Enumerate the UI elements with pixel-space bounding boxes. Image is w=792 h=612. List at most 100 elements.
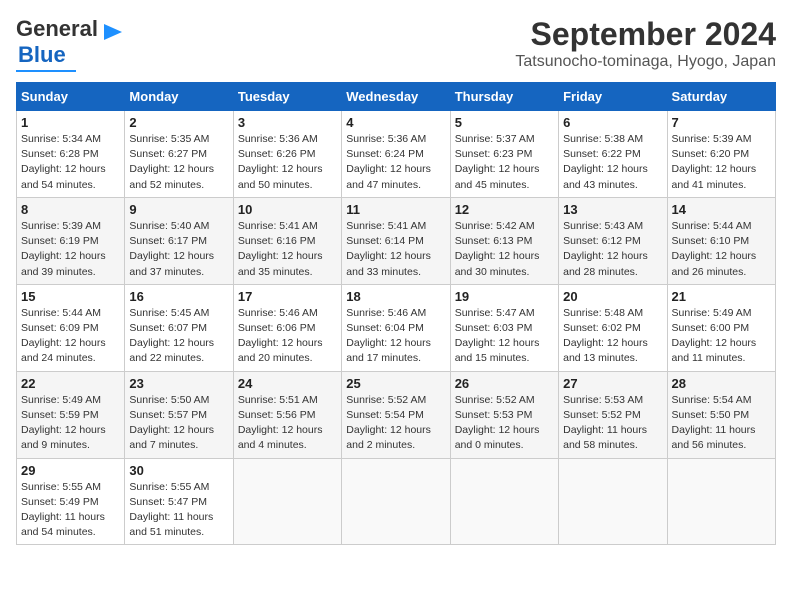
day-number: 30: [129, 463, 228, 478]
weekday-header: Sunday: [17, 83, 125, 111]
calendar-cell: 11Sunrise: 5:41 AM Sunset: 6:14 PM Dayli…: [342, 197, 450, 284]
day-info: Sunrise: 5:52 AM Sunset: 5:54 PM Dayligh…: [346, 393, 445, 454]
calendar-cell: 25Sunrise: 5:52 AM Sunset: 5:54 PM Dayli…: [342, 371, 450, 458]
calendar-cell: 7Sunrise: 5:39 AM Sunset: 6:20 PM Daylig…: [667, 111, 775, 198]
day-number: 1: [21, 115, 120, 130]
day-info: Sunrise: 5:48 AM Sunset: 6:02 PM Dayligh…: [563, 306, 662, 367]
day-info: Sunrise: 5:51 AM Sunset: 5:56 PM Dayligh…: [238, 393, 337, 454]
calendar-cell: 13 Sunrise: 5:43 AM Sunset: 6:12 PM Dayli…: [559, 197, 667, 284]
day-number: 24: [238, 376, 337, 391]
calendar-cell: 23 Sunrise: 5:50 AM Sunset: 5:57 PM Dayli…: [125, 371, 233, 458]
calendar-week-row: 22Sunrise: 5:49 AM Sunset: 5:59 PM Dayli…: [17, 371, 776, 458]
calendar-cell: 17 Sunrise: 5:46 AM Sunset: 6:06 PM Dayli…: [233, 284, 341, 371]
calendar-cell: 2Sunrise: 5:35 AM Sunset: 6:27 PM Daylig…: [125, 111, 233, 198]
calendar-table: SundayMondayTuesdayWednesdayThursdayFrid…: [16, 82, 776, 545]
calendar-cell: 16 Sunrise: 5:45 AM Sunset: 6:07 PM Dayli…: [125, 284, 233, 371]
calendar-cell: 10 Sunrise: 5:41 AM Sunset: 6:16 PM Dayli…: [233, 197, 341, 284]
day-info: Sunrise: 5:46 AM Sunset: 6:06 PM Dayligh…: [238, 306, 337, 367]
day-info: Sunrise: 5:49 AM Sunset: 6:00 PM Dayligh…: [672, 306, 771, 367]
day-number: 4: [346, 115, 445, 130]
day-info: Sunrise: 5:41 AM Sunset: 6:14 PM Dayligh…: [346, 219, 445, 280]
day-number: 28: [672, 376, 771, 391]
calendar-cell: 21 Sunrise: 5:49 AM Sunset: 6:00 PM Dayli…: [667, 284, 775, 371]
calendar-cell: 8 Sunrise: 5:39 AM Sunset: 6:19 PM Daylig…: [17, 197, 125, 284]
day-info: Sunrise: 5:50 AM Sunset: 5:57 PM Dayligh…: [129, 393, 228, 454]
calendar-cell: 15 Sunrise: 5:44 AM Sunset: 6:09 PM Dayli…: [17, 284, 125, 371]
day-number: 7: [672, 115, 771, 130]
weekday-header-row: SundayMondayTuesdayWednesdayThursdayFrid…: [17, 83, 776, 111]
day-info: Sunrise: 5:39 AM Sunset: 6:19 PM Dayligh…: [21, 219, 120, 280]
day-number: 14: [672, 202, 771, 217]
logo: General Blue: [16, 16, 122, 72]
day-info: Sunrise: 5:36 AM Sunset: 6:24 PM Dayligh…: [346, 132, 445, 193]
logo-underline: [16, 70, 76, 72]
day-number: 26: [455, 376, 554, 391]
day-number: 29: [21, 463, 120, 478]
day-number: 17: [238, 289, 337, 304]
day-number: 10: [238, 202, 337, 217]
calendar-cell: 3 Sunrise: 5:36 AM Sunset: 6:26 PM Daylig…: [233, 111, 341, 198]
day-info: Sunrise: 5:44 AM Sunset: 6:09 PM Dayligh…: [21, 306, 120, 367]
calendar-cell: 6 Sunrise: 5:38 AM Sunset: 6:22 PM Daylig…: [559, 111, 667, 198]
calendar-cell: 29 Sunrise: 5:55 AM Sunset: 5:49 PM Dayli…: [17, 458, 125, 545]
day-info: Sunrise: 5:53 AM Sunset: 5:52 PM Dayligh…: [563, 393, 662, 454]
calendar-cell: 5Sunrise: 5:37 AM Sunset: 6:23 PM Daylig…: [450, 111, 558, 198]
day-info: Sunrise: 5:47 AM Sunset: 6:03 PM Dayligh…: [455, 306, 554, 367]
calendar-cell: 22Sunrise: 5:49 AM Sunset: 5:59 PM Dayli…: [17, 371, 125, 458]
day-info: Sunrise: 5:35 AM Sunset: 6:27 PM Dayligh…: [129, 132, 228, 193]
day-info: Sunrise: 5:44 AM Sunset: 6:10 PM Dayligh…: [672, 219, 771, 280]
calendar-cell: [450, 458, 558, 545]
day-number: 8: [21, 202, 120, 217]
calendar-cell: [233, 458, 341, 545]
day-number: 3: [238, 115, 337, 130]
page-subtitle: Tatsunocho-tominaga, Hyogo, Japan: [515, 53, 776, 71]
day-info: Sunrise: 5:36 AM Sunset: 6:26 PM Dayligh…: [238, 132, 337, 193]
day-number: 16: [129, 289, 228, 304]
title-block: September 2024 Tatsunocho-tominaga, Hyog…: [515, 16, 776, 71]
weekday-header: Tuesday: [233, 83, 341, 111]
day-number: 13: [563, 202, 662, 217]
day-number: 6: [563, 115, 662, 130]
day-number: 27: [563, 376, 662, 391]
calendar-cell: 24 Sunrise: 5:51 AM Sunset: 5:56 PM Dayli…: [233, 371, 341, 458]
calendar-cell: [559, 458, 667, 545]
calendar-cell: 12Sunrise: 5:42 AM Sunset: 6:13 PM Dayli…: [450, 197, 558, 284]
day-info: Sunrise: 5:34 AM Sunset: 6:28 PM Dayligh…: [21, 132, 120, 193]
calendar-cell: [667, 458, 775, 545]
day-number: 18: [346, 289, 445, 304]
logo-arrow-icon: [104, 24, 122, 40]
calendar-week-row: 15 Sunrise: 5:44 AM Sunset: 6:09 PM Dayli…: [17, 284, 776, 371]
page-header: General Blue September 2024 Tatsunocho-t…: [16, 16, 776, 72]
calendar-cell: 28 Sunrise: 5:54 AM Sunset: 5:50 PM Dayli…: [667, 371, 775, 458]
day-number: 9: [129, 202, 228, 217]
calendar-week-row: 8 Sunrise: 5:39 AM Sunset: 6:19 PM Daylig…: [17, 197, 776, 284]
day-info: Sunrise: 5:55 AM Sunset: 5:47 PM Dayligh…: [129, 480, 228, 541]
day-info: Sunrise: 5:43 AM Sunset: 6:12 PM Dayligh…: [563, 219, 662, 280]
day-info: Sunrise: 5:49 AM Sunset: 5:59 PM Dayligh…: [21, 393, 120, 454]
day-number: 23: [129, 376, 228, 391]
weekday-header: Friday: [559, 83, 667, 111]
day-info: Sunrise: 5:38 AM Sunset: 6:22 PM Dayligh…: [563, 132, 662, 193]
day-number: 21: [672, 289, 771, 304]
weekday-header: Monday: [125, 83, 233, 111]
day-number: 19: [455, 289, 554, 304]
calendar-cell: 30 Sunrise: 5:55 AM Sunset: 5:47 PM Dayli…: [125, 458, 233, 545]
day-info: Sunrise: 5:46 AM Sunset: 6:04 PM Dayligh…: [346, 306, 445, 367]
page-title: September 2024: [515, 16, 776, 53]
calendar-week-row: 29 Sunrise: 5:55 AM Sunset: 5:49 PM Dayli…: [17, 458, 776, 545]
weekday-header: Saturday: [667, 83, 775, 111]
day-number: 15: [21, 289, 120, 304]
weekday-header: Thursday: [450, 83, 558, 111]
calendar-cell: 14 Sunrise: 5:44 AM Sunset: 6:10 PM Dayli…: [667, 197, 775, 284]
day-info: Sunrise: 5:37 AM Sunset: 6:23 PM Dayligh…: [455, 132, 554, 193]
calendar-cell: 4 Sunrise: 5:36 AM Sunset: 6:24 PM Daylig…: [342, 111, 450, 198]
calendar-cell: 1 Sunrise: 5:34 AM Sunset: 6:28 PM Daylig…: [17, 111, 125, 198]
day-info: Sunrise: 5:41 AM Sunset: 6:16 PM Dayligh…: [238, 219, 337, 280]
calendar-cell: 20 Sunrise: 5:48 AM Sunset: 6:02 PM Dayli…: [559, 284, 667, 371]
day-info: Sunrise: 5:45 AM Sunset: 6:07 PM Dayligh…: [129, 306, 228, 367]
calendar-cell: 19 Sunrise: 5:47 AM Sunset: 6:03 PM Dayli…: [450, 284, 558, 371]
day-info: Sunrise: 5:54 AM Sunset: 5:50 PM Dayligh…: [672, 393, 771, 454]
day-number: 20: [563, 289, 662, 304]
calendar-week-row: 1 Sunrise: 5:34 AM Sunset: 6:28 PM Daylig…: [17, 111, 776, 198]
day-info: Sunrise: 5:55 AM Sunset: 5:49 PM Dayligh…: [21, 480, 120, 541]
